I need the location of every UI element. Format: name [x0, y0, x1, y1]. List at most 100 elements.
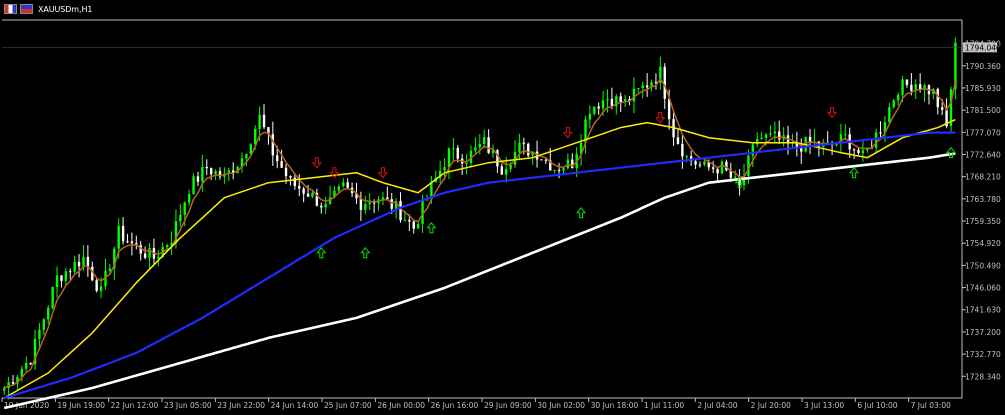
time-tick-label: 19 Jun 19:00 — [57, 401, 105, 410]
sell-arrow-icon — [311, 157, 322, 169]
candle-body — [258, 114, 261, 129]
candle-body — [553, 169, 556, 171]
candle-body — [518, 142, 521, 153]
time-tick-label: 23 Jun 22:00 — [217, 401, 265, 410]
candle-body — [73, 261, 76, 272]
candle-body — [64, 271, 68, 281]
time-tick-label: 2 Jul 04:00 — [697, 401, 737, 410]
time-tick-label: 22 Jun 12:00 — [111, 401, 159, 410]
sell-arrow-icon — [655, 112, 666, 124]
candle-body — [320, 205, 323, 208]
candle-body — [245, 153, 248, 159]
time-tick-label: 1 Jul 11:00 — [644, 401, 684, 410]
price-tick-label: 1768.210 — [965, 173, 1001, 182]
candle-body — [306, 193, 310, 197]
candle-body — [888, 107, 891, 123]
candle-body — [540, 159, 543, 161]
candle-body — [42, 319, 46, 330]
candle-body — [698, 164, 702, 166]
candle-body — [760, 137, 763, 139]
candle-body — [403, 219, 407, 221]
candle-body — [619, 96, 622, 103]
candle-body — [47, 307, 50, 320]
candle-body — [77, 261, 81, 267]
candle-body — [663, 66, 666, 99]
candle-body — [452, 147, 455, 149]
candle-body — [117, 225, 120, 249]
candle-body — [271, 134, 275, 156]
candle-body — [126, 241, 129, 243]
time-tick-label: 3 Jul 13:00 — [804, 401, 844, 410]
candle-body — [681, 143, 684, 157]
symbol-label: XAUUSDm,H1 — [38, 4, 93, 14]
candle-body — [593, 106, 596, 114]
candle-body — [368, 202, 371, 205]
candle-body — [201, 166, 204, 182]
price-tick-label: 1737.200 — [965, 328, 1001, 337]
price-tick-label: 1790.360 — [965, 62, 1001, 71]
candle-body — [108, 268, 112, 271]
candle-body — [284, 167, 288, 177]
candle-body — [844, 134, 847, 136]
candle-body — [901, 79, 904, 95]
price-tick-label: 1728.340 — [965, 372, 1001, 381]
price-tick-label: 1750.490 — [965, 261, 1001, 270]
candle-body — [86, 256, 90, 267]
candle-body — [447, 148, 451, 168]
candle-body — [874, 132, 878, 148]
candle-body — [130, 241, 134, 244]
candle-body — [289, 176, 292, 178]
candle-body — [879, 132, 882, 134]
candle-body — [751, 144, 755, 156]
sell-arrow-icon — [827, 107, 838, 119]
candle-body — [95, 280, 98, 291]
ma-mid-line — [3, 118, 956, 399]
candle-body — [280, 161, 283, 168]
candle-body — [209, 168, 213, 175]
candle-body — [857, 149, 860, 154]
sell-arrow-icon — [562, 127, 573, 139]
candle-body — [756, 138, 759, 145]
price-tick-label: 1732.770 — [965, 350, 1001, 359]
time-tick-label: 2 Jul 20:00 — [751, 401, 791, 410]
chart-canvas[interactable]: 1794.7901790.3601785.9301781.5001777.070… — [0, 0, 1005, 411]
candle-body — [645, 85, 649, 88]
candle-body — [496, 150, 499, 167]
candle-body — [342, 182, 345, 187]
candle-body — [562, 168, 565, 171]
candle-body — [298, 185, 301, 189]
candle-body — [606, 98, 609, 101]
price-tick-label: 1781.500 — [965, 106, 1001, 115]
candle-body — [676, 137, 680, 144]
candle-body — [214, 171, 217, 175]
candle-body — [456, 147, 459, 159]
time-tick-label: 26 Jun 16:00 — [431, 401, 479, 410]
candle-body — [720, 161, 724, 174]
candle-body — [346, 182, 349, 188]
candle-body — [896, 94, 900, 101]
candle-body — [637, 88, 640, 90]
candle-body — [527, 143, 530, 156]
candle-body — [99, 286, 103, 291]
candle-body — [254, 128, 257, 145]
candle-body — [487, 137, 490, 153]
candle-body — [725, 161, 728, 171]
candle-body — [557, 169, 561, 171]
buy-arrow-icon — [360, 247, 371, 259]
candle-body — [443, 167, 446, 171]
candle-body — [11, 382, 15, 384]
price-tick-label: 1759.350 — [965, 217, 1001, 226]
chart-title-bar: XAUUSDm,H1 — [4, 3, 92, 15]
candle-body — [571, 159, 574, 169]
price-chart[interactable]: 1794.7901790.3601785.9301781.5001777.070… — [0, 0, 1005, 411]
candle-body — [29, 362, 32, 365]
candle-body — [500, 166, 504, 175]
candle-body — [311, 192, 314, 197]
candle-body — [610, 98, 614, 107]
ma-slow-line — [3, 131, 956, 400]
candle-body — [544, 159, 548, 161]
candle-body — [478, 144, 481, 148]
candle-body — [183, 202, 186, 215]
time-tick-label: 23 Jun 05:00 — [164, 401, 212, 410]
candle-body — [302, 188, 305, 194]
